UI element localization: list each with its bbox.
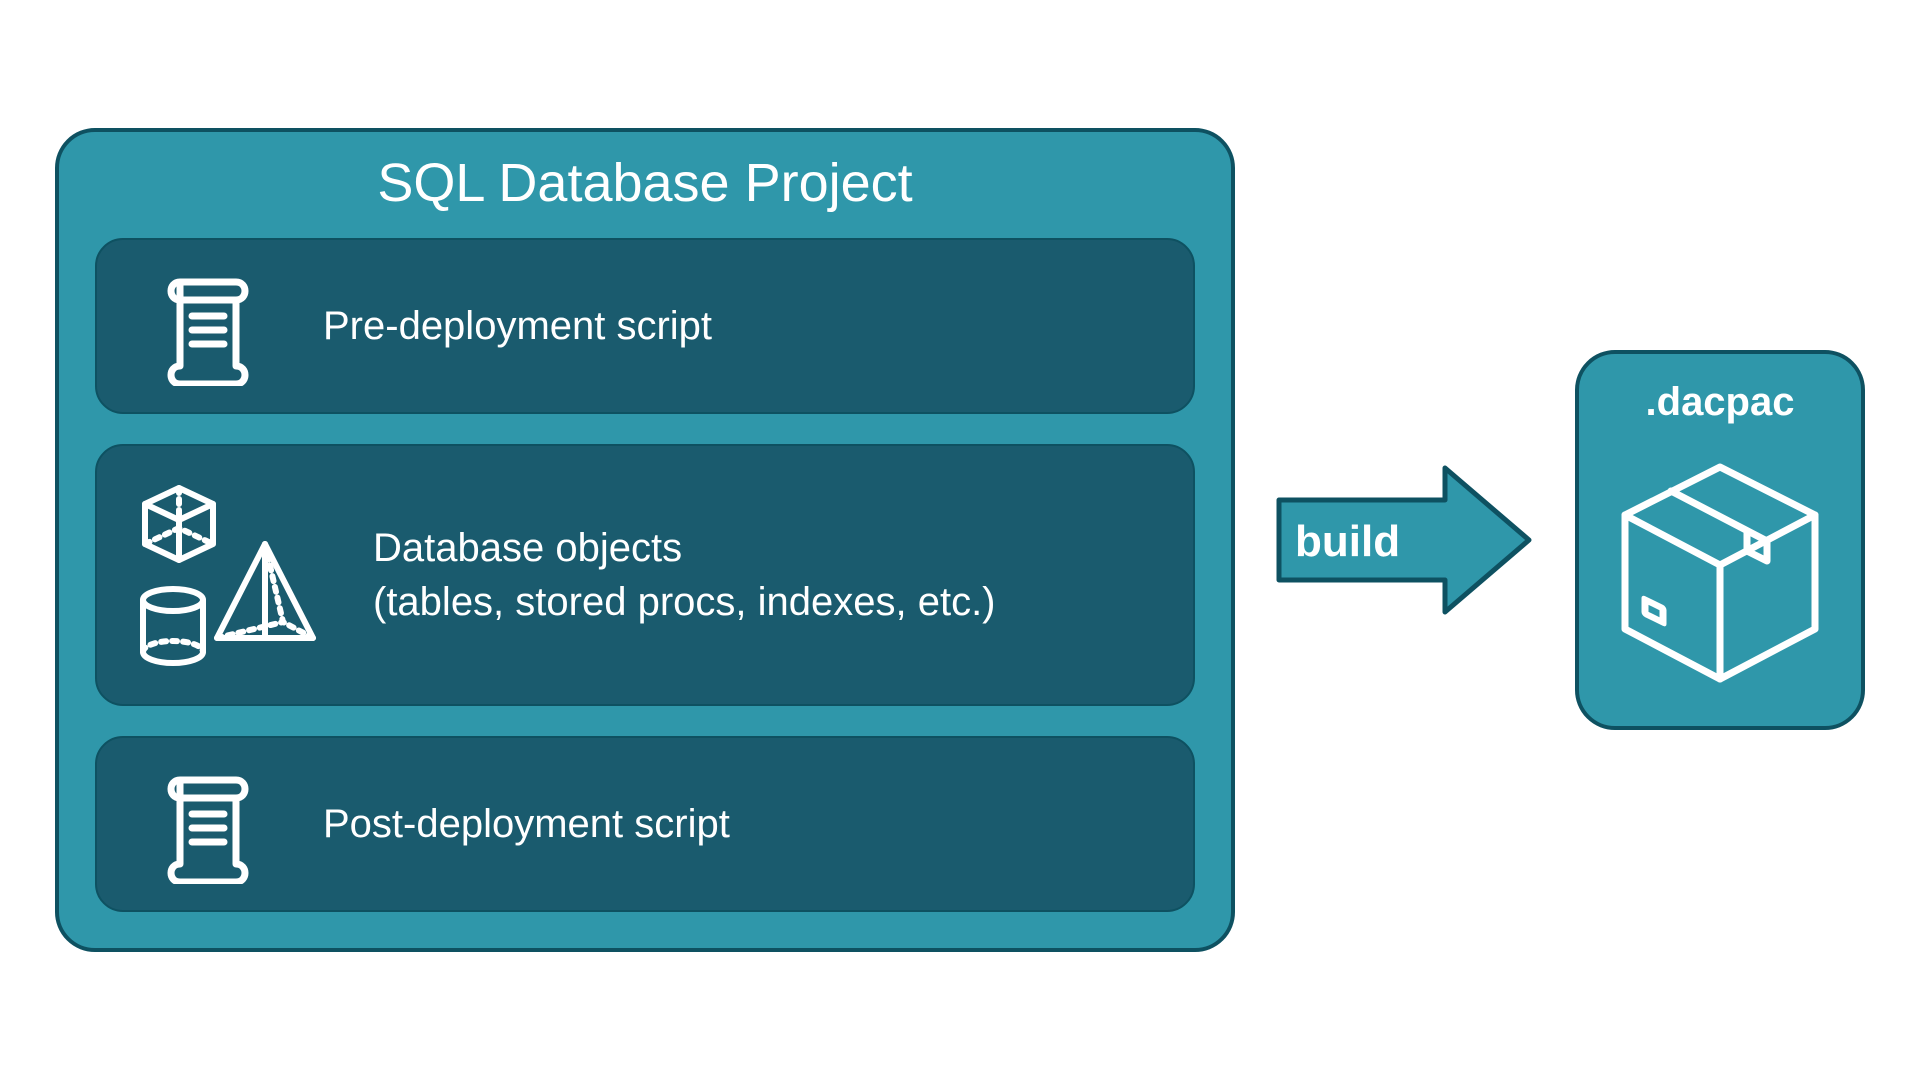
script-icon xyxy=(133,266,283,386)
dacpac-output: .dacpac xyxy=(1575,350,1865,730)
pre-deployment-panel: Pre-deployment script xyxy=(95,238,1195,414)
post-deployment-label: Post-deployment script xyxy=(323,797,730,851)
database-objects-panel: Database objects (tables, stored procs, … xyxy=(95,444,1195,706)
post-deployment-panel: Post-deployment script xyxy=(95,736,1195,912)
diagram-canvas: SQL Database Project Pre-deployment scri… xyxy=(55,128,1865,952)
script-icon xyxy=(133,764,283,884)
package-icon xyxy=(1615,443,1825,700)
dacpac-label: .dacpac xyxy=(1646,380,1795,425)
sql-project-container: SQL Database Project Pre-deployment scri… xyxy=(55,128,1235,952)
database-objects-label: Database objects (tables, stored procs, … xyxy=(373,521,996,629)
database-objects-line2: (tables, stored procs, indexes, etc.) xyxy=(373,580,996,624)
build-arrow: build xyxy=(1275,460,1535,620)
arrow-label-text: build xyxy=(1295,517,1400,566)
project-title: SQL Database Project xyxy=(95,152,1195,214)
database-objects-line1: Database objects xyxy=(373,526,682,570)
shapes-icon xyxy=(133,480,333,670)
pre-deployment-label: Pre-deployment script xyxy=(323,299,712,353)
